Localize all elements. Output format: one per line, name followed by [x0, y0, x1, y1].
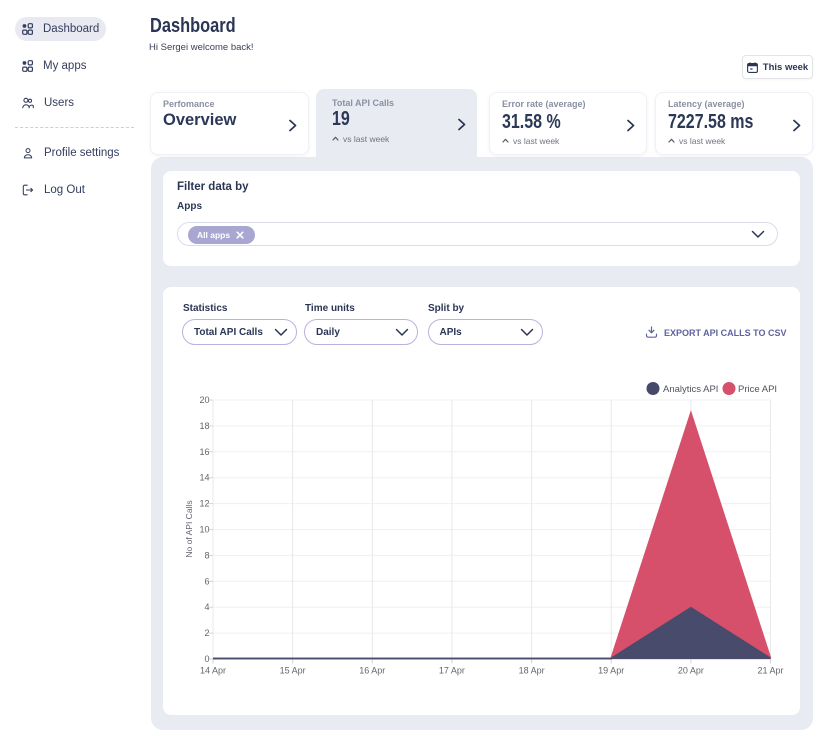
svg-text:12: 12 [199, 499, 209, 509]
svg-text:16 Apr: 16 Apr [359, 666, 385, 676]
svg-text:19 Apr: 19 Apr [598, 666, 624, 676]
svg-text:17 Apr: 17 Apr [439, 666, 465, 676]
svg-text:21 Apr: 21 Apr [757, 666, 783, 676]
svg-text:Analytics API: Analytics API [663, 384, 718, 395]
svg-text:6: 6 [204, 576, 209, 586]
svg-text:14 Apr: 14 Apr [200, 666, 226, 676]
svg-text:2: 2 [204, 628, 209, 638]
svg-text:18 Apr: 18 Apr [519, 666, 545, 676]
svg-text:14: 14 [199, 473, 209, 483]
svg-text:Price API: Price API [738, 384, 777, 395]
svg-text:20 Apr: 20 Apr [678, 666, 704, 676]
svg-text:16: 16 [199, 447, 209, 457]
svg-text:0: 0 [204, 654, 209, 664]
svg-text:4: 4 [204, 602, 209, 612]
svg-text:8: 8 [204, 550, 209, 560]
svg-text:20: 20 [199, 395, 209, 405]
svg-text:18: 18 [199, 421, 209, 431]
svg-text:10: 10 [199, 525, 209, 535]
svg-text:No of API Calls: No of API Calls [184, 500, 194, 557]
svg-text:15 Apr: 15 Apr [280, 666, 306, 676]
